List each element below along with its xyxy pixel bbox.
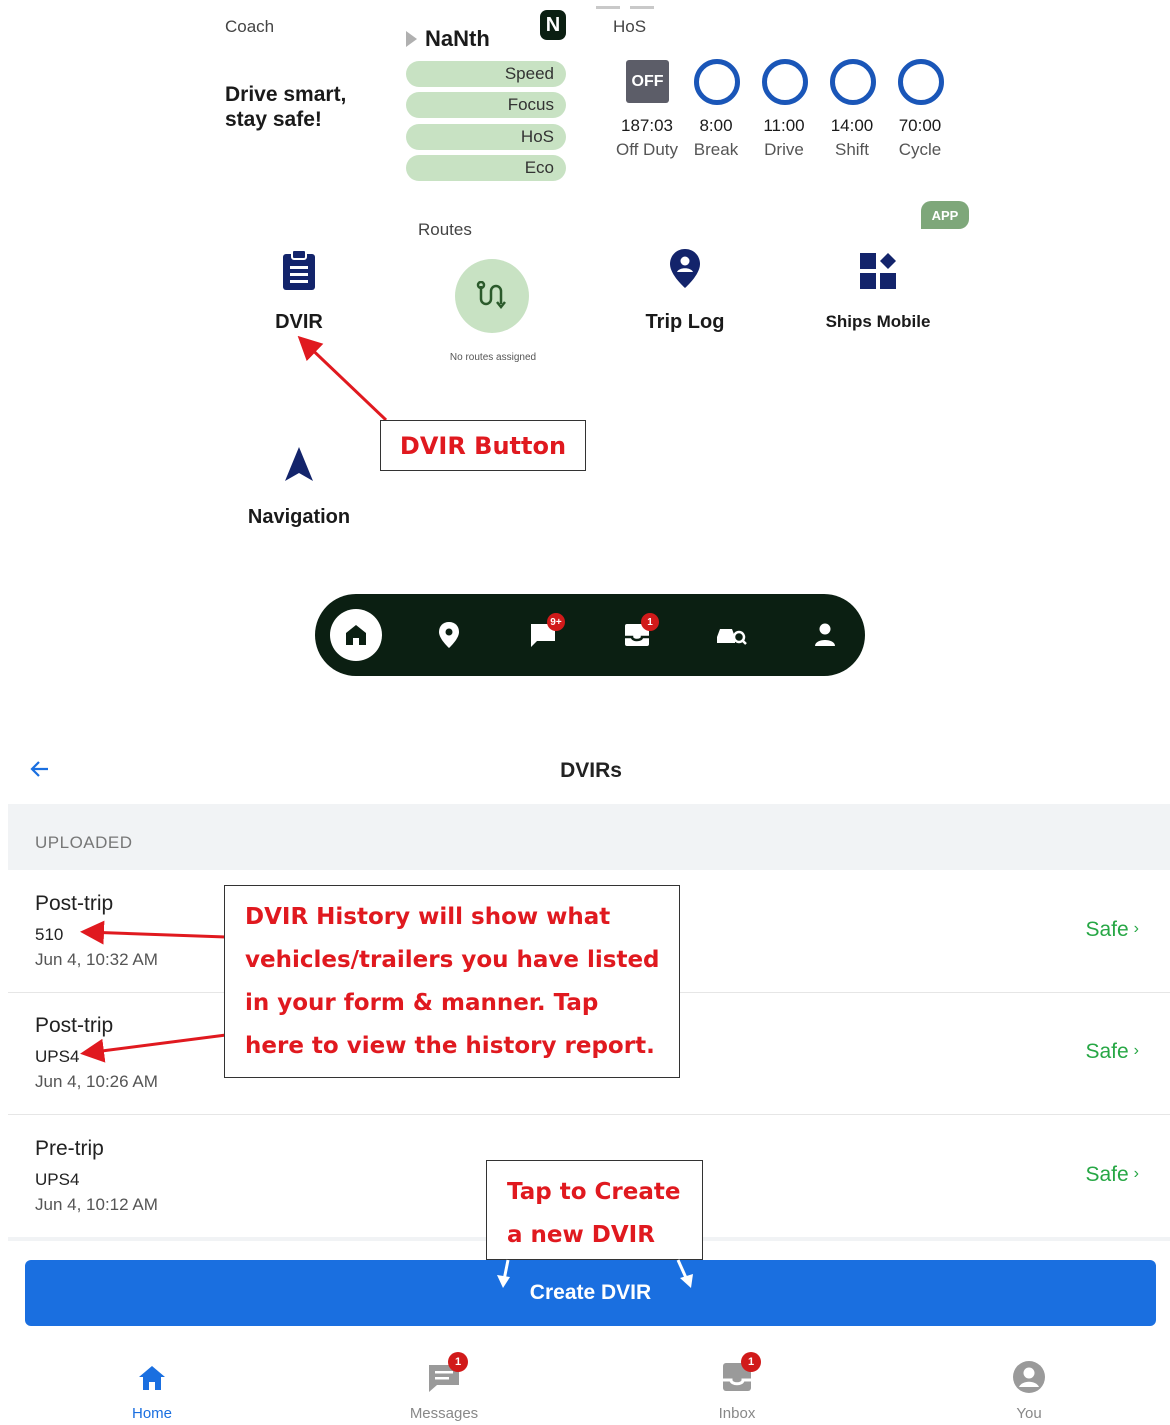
create-callout-line-2: a new DVIR [507,1222,655,1248]
chevron-right-icon: › [1133,920,1139,937]
section-label-uploaded: UPLOADED [35,833,133,852]
dvir-row-status: Safe › [1085,918,1139,942]
account-circle-icon [1013,1361,1045,1393]
status-text: Safe [1085,1163,1129,1186]
bottom-dock: 9+ 1 [315,594,865,676]
dvir-row-vehicle: UPS4 [35,1047,80,1066]
section-header-band [8,804,1170,870]
dock-messages-button[interactable]: 9+ [523,613,565,655]
dock-profile-button[interactable] [805,615,845,655]
nav-messages-label: Messages [409,1405,479,1422]
dock-inbox-badge: 1 [641,613,659,631]
nav-inbox-label: Inbox [718,1405,756,1422]
create-dvir-callout: Tap to Create a new DVIR [486,1160,703,1260]
inbox-nav-icon-wrap: 1 [719,1352,761,1394]
nav-home-label: Home [131,1405,172,1422]
dock-home-button[interactable] [330,609,382,661]
inbox-badge: 1 [741,1352,761,1372]
you-nav-icon-wrap [1011,1360,1047,1394]
dvir-row-vehicle: 510 [35,925,64,944]
history-callout-line-4: here to view the history report. [245,1033,655,1059]
dock-vehicle-search-button[interactable] [711,615,751,655]
chevron-right-icon: › [1133,1042,1139,1059]
nav-messages[interactable]: 1 Messages [374,1352,514,1422]
person-icon [815,623,835,646]
create-callout-line-1: Tap to Create [507,1179,681,1205]
chevron-right-icon: › [1133,1165,1139,1182]
map-pin-icon [439,622,459,648]
nav-inbox[interactable]: 1 Inbox [667,1352,807,1422]
history-callout-line-3: in your form & manner. Tap [245,990,599,1016]
screen-title: DVIRs [560,759,622,782]
status-text: Safe [1085,918,1129,941]
nav-home[interactable]: Home [82,1360,222,1422]
create-pointer-arrows [497,1259,693,1288]
nav-you[interactable]: You [959,1360,1099,1422]
dvir-row-date: Jun 4, 10:32 AM [35,950,158,969]
dvir-row-vehicle: UPS4 [35,1170,80,1189]
dvir-row-type: Pre-trip [35,1137,104,1160]
messages-badge: 1 [448,1352,468,1372]
dvir-row-type: Post-trip [35,892,114,915]
dvir-row-type: Post-trip [35,1014,114,1037]
home-icon [139,1366,165,1390]
dvir-row-status: Safe › [1085,1163,1139,1187]
dvir-row-date: Jun 4, 10:12 AM [35,1195,158,1214]
arrow-to-dvir-tile [297,335,388,422]
nav-you-label: You [1016,1405,1042,1422]
dvir-button-callout: DVIR Button [380,420,586,471]
dock-messages-badge: 9+ [547,613,565,631]
dvir-row-status: Safe › [1085,1040,1139,1064]
status-text: Safe [1085,1040,1129,1063]
vehicle-search-icon [717,629,747,645]
history-callout-line-1: DVIR History will show what [245,904,611,930]
dock-inbox-button[interactable]: 1 [617,613,659,655]
messages-nav-icon-wrap: 1 [426,1352,468,1394]
home-nav-icon-wrap [134,1360,170,1394]
dock-map-button[interactable] [429,615,469,655]
dvir-row-date: Jun 4, 10:26 AM [35,1072,158,1091]
back-arrow-icon[interactable] [28,757,52,781]
dvir-history-callout: DVIR History will show what vehicles/tra… [224,885,680,1078]
history-callout-line-2: vehicles/trailers you have listed [245,947,660,973]
home-icon [346,625,366,645]
